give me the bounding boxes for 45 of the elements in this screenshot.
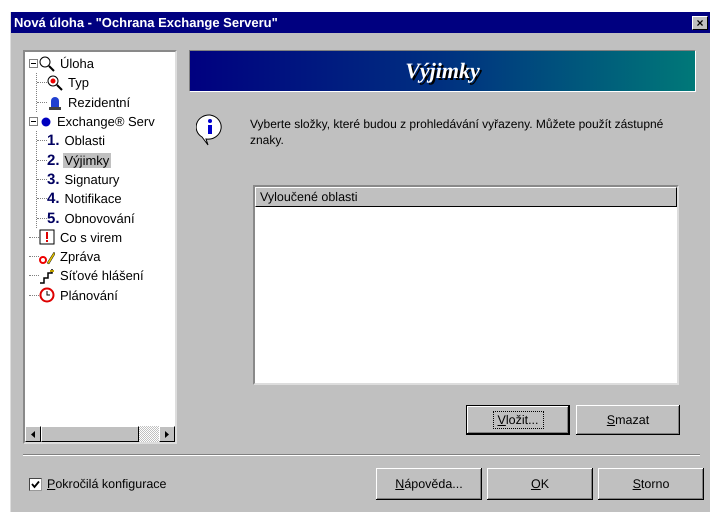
- step-number: 3.: [47, 170, 60, 188]
- tree-item[interactable]: Exchange® Serv: [55, 114, 157, 130]
- dialog-button[interactable]: Nápověda...: [376, 468, 482, 500]
- checkbox-label[interactable]: Pokročilá konfigurace: [47, 477, 376, 491]
- network-icon: [39, 268, 55, 284]
- column-header[interactable]: Vyloučené oblasti: [255, 187, 677, 207]
- tree-item[interactable]: Zpráva: [58, 249, 102, 264]
- alert-icon: [39, 229, 55, 246]
- tree-item[interactable]: Notifikace: [62, 191, 124, 206]
- tree-item[interactable]: Co s virem: [58, 230, 124, 245]
- step-number: 2.: [47, 152, 60, 169]
- tree-item[interactable]: Síťové hlášení: [58, 268, 146, 284]
- magnifier-icon: [47, 74, 63, 91]
- horizontal-scrollbar[interactable]: [25, 426, 175, 442]
- right-arrow-icon[interactable]: [165, 430, 169, 438]
- window-title: Nová úloha - "Ochrana Exchange Serveru": [14, 15, 278, 30]
- tree-item[interactable]: Výjimky: [62, 152, 112, 168]
- tree-item[interactable]: Typ: [66, 75, 91, 90]
- tree-item[interactable]: Plánování: [58, 288, 120, 303]
- banner-title: Výjimky: [405, 58, 480, 84]
- dot-icon: [41, 116, 51, 127]
- collapse-icon[interactable]: [29, 117, 38, 126]
- clock-icon: [39, 287, 55, 304]
- scrollbar-thumb[interactable]: [41, 426, 139, 442]
- tree-item[interactable]: Rezidentní: [66, 94, 132, 110]
- magnifier-icon: [39, 56, 55, 72]
- beacon-icon: [47, 94, 63, 110]
- step-number: 1.: [47, 132, 60, 150]
- check-icon: [31, 480, 40, 488]
- dialog-button[interactable]: Storno: [598, 468, 704, 500]
- dialog-button[interactable]: OK: [487, 468, 593, 500]
- step-number: 5.: [47, 210, 60, 227]
- list-button[interactable]: Vložit...: [466, 405, 570, 435]
- left-arrow-icon[interactable]: [31, 430, 35, 438]
- tree-item[interactable]: Signatury: [62, 172, 122, 187]
- close-button[interactable]: ×: [692, 16, 708, 30]
- tree-item[interactable]: Úloha: [58, 56, 96, 72]
- tree-item[interactable]: Obnovování: [62, 210, 137, 226]
- excluded-list[interactable]: Vyloučené oblasti: [253, 185, 679, 385]
- collapse-icon[interactable]: [29, 59, 38, 68]
- info-text: Vyberte složky, které budou z prohledávání vyřazeny. Můžete použít zástupné znaky.: [250, 116, 664, 148]
- checkbox[interactable]: [29, 478, 42, 490]
- tree-item[interactable]: Oblasti: [62, 133, 107, 148]
- step-number: 4.: [47, 190, 60, 208]
- list-button[interactable]: Smazat: [576, 405, 680, 435]
